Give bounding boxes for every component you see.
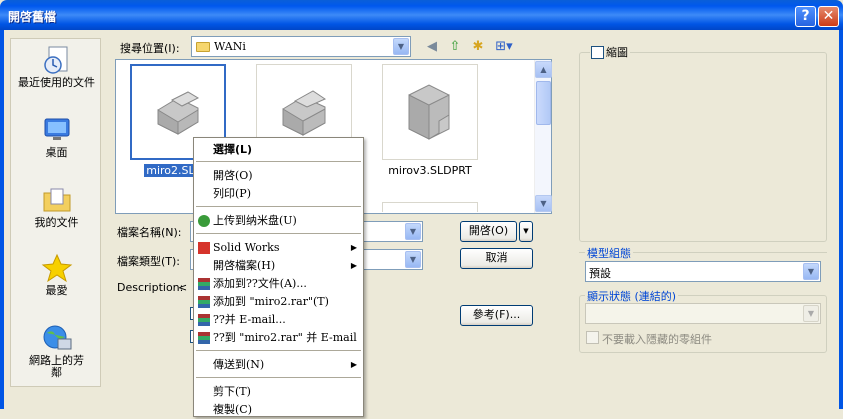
scroll-up-icon[interactable]: ▲: [535, 61, 552, 78]
place-label: 網路上的芳鄰: [29, 354, 84, 379]
menu-item-open[interactable]: 開啓(O): [194, 167, 363, 185]
scroll-down-icon[interactable]: ▼: [535, 195, 552, 212]
place-recent-documents[interactable]: 最近使用的文件: [11, 45, 102, 89]
chevron-down-icon[interactable]: ▼: [405, 223, 421, 240]
winrar-icon: [198, 278, 210, 290]
desktop-icon: [44, 118, 69, 140]
filename-label: 檔案名稱(N):: [117, 226, 182, 239]
no-load-hidden-checkbox[interactable]: [586, 331, 599, 344]
place-favorites[interactable]: 最愛: [11, 253, 102, 297]
view-menu-icon[interactable]: ⊞▾: [492, 38, 516, 56]
display-state-group-title: 顯示狀態 (連結的): [585, 288, 679, 304]
look-in-label: 搜尋位置(I):: [120, 42, 180, 55]
place-network[interactable]: 網路上的芳鄰: [11, 323, 102, 379]
winrar-icon: [198, 314, 210, 326]
folder-icon: [196, 42, 210, 52]
menu-item-upload[interactable]: 上传到纳米盘(U): [194, 212, 363, 230]
menu-item-compress-email[interactable]: ??并 E-mail...: [194, 311, 363, 329]
menu-separator: [196, 233, 361, 234]
cancel-button[interactable]: 取消: [460, 248, 533, 269]
file-thumbnail[interactable]: [382, 64, 478, 160]
help-button[interactable]: ?: [795, 6, 816, 27]
look-in-combobox[interactable]: WANi ▼: [191, 36, 411, 57]
place-label: 桌面: [45, 146, 68, 159]
scrollbar-thumb[interactable]: [536, 81, 551, 125]
upload-icon: [198, 215, 210, 227]
my-documents-icon: [43, 188, 70, 212]
place-my-documents[interactable]: 我的文件: [11, 185, 102, 229]
menu-item-solidworks[interactable]: Solid Works ▶: [194, 239, 363, 257]
favorites-star-icon: [41, 253, 72, 283]
description-label: Description:: [117, 281, 184, 294]
menu-item-copy[interactable]: 複製(C): [194, 401, 363, 419]
menu-item-open-file[interactable]: 開啓檔案(H) ▶: [194, 257, 363, 275]
submenu-arrow-icon: ▶: [350, 243, 357, 252]
file-context-menu: 選擇(L) 開啓(O) 列印(P) 上传到纳米盘(U) Solid Works ▶…: [193, 137, 364, 417]
window-frame-left: [0, 30, 4, 409]
window-title: 開啓舊檔: [8, 10, 57, 24]
reference-button[interactable]: 參考(F)...: [460, 305, 533, 326]
recent-documents-icon: [43, 46, 67, 74]
config-group-title: 模型組態: [585, 245, 633, 261]
place-label: 我的文件: [34, 216, 79, 229]
close-button[interactable]: ✕: [818, 6, 839, 27]
submenu-arrow-icon: ▶: [350, 261, 357, 270]
network-places-icon: [43, 325, 71, 350]
file-name[interactable]: mirov3.SLDPRT: [382, 164, 478, 177]
file-list-scrollbar[interactable]: ▲ ▼: [534, 60, 552, 213]
place-label: 最近使用的文件: [18, 76, 95, 89]
up-folder-icon[interactable]: ⇧: [446, 38, 464, 56]
chevron-down-icon[interactable]: ▼: [393, 38, 409, 55]
chevron-down-icon[interactable]: ▼: [405, 251, 421, 268]
back-arrow-icon[interactable]: ◀: [423, 38, 441, 56]
open-button[interactable]: 開啓(O): [460, 221, 517, 242]
place-label: 最愛: [45, 284, 68, 297]
look-in-value: WANi: [214, 40, 246, 53]
config-value: 預設: [589, 267, 611, 280]
menu-item-select[interactable]: 選擇(L): [194, 141, 363, 159]
places-bar: 最近使用的文件 桌面 我的文件 最愛 網路上的芳鄰: [10, 38, 101, 387]
menu-separator: [196, 350, 361, 351]
solidworks-icon: [198, 242, 210, 254]
open-options-chevron-icon[interactable]: ▼: [519, 221, 533, 242]
menu-item-compress-rar-email[interactable]: ??到 "miro2.rar" 并 E-mail: [194, 329, 363, 347]
window-frame-right: [839, 30, 843, 409]
chevron-down-icon[interactable]: ▼: [803, 263, 819, 280]
description-value: <: [178, 281, 188, 294]
menu-separator: [196, 161, 361, 162]
thumbnail-option[interactable]: 縮圖: [590, 44, 630, 60]
thumbnail-preview-box: [579, 52, 827, 242]
new-folder-icon[interactable]: ✱: [469, 38, 487, 56]
display-state-select[interactable]: ▼: [585, 303, 821, 324]
winrar-icon: [198, 296, 210, 308]
chevron-down-icon[interactable]: ▼: [803, 305, 819, 322]
submenu-arrow-icon: ▶: [350, 360, 357, 369]
thumbnail-checkbox[interactable]: [591, 46, 604, 59]
menu-separator: [196, 206, 361, 207]
menu-item-send-to[interactable]: 傳送到(N) ▶: [194, 356, 363, 374]
no-load-hidden-label: 不要載入隱藏的零組件: [602, 333, 712, 346]
part-thumbnail-icon: [408, 84, 450, 140]
place-desktop[interactable]: 桌面: [11, 115, 102, 159]
title-bar[interactable]: 開啓舊檔 ? ✕: [0, 0, 843, 30]
menu-item-add-to-rar[interactable]: 添加到 "miro2.rar"(T): [194, 293, 363, 311]
filetype-label: 檔案類型(T):: [117, 255, 181, 268]
file-thumbnail-partial[interactable]: [382, 202, 478, 212]
config-select[interactable]: 預設 ▼: [585, 261, 821, 282]
winrar-icon: [198, 332, 210, 344]
menu-item-print[interactable]: 列印(P): [194, 185, 363, 203]
menu-item-cut[interactable]: 剪下(T): [194, 383, 363, 401]
menu-item-add-to-archive[interactable]: 添加到??文件(A)...: [194, 275, 363, 293]
menu-separator: [196, 377, 361, 378]
